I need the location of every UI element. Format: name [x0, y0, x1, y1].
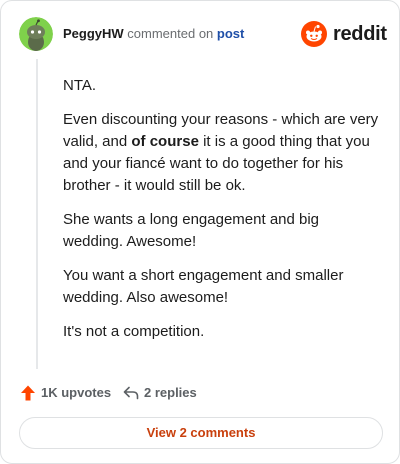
comment-paragraph: NTA. [63, 77, 97, 94]
comment-header: PeggyHW commented on post reddit [19, 17, 387, 51]
reddit-wordmark: reddit [333, 23, 387, 45]
view-comments-button[interactable]: View 2 comments [19, 417, 383, 449]
commented-on-text: commented on [127, 26, 214, 41]
comment-meta: PeggyHW commented on post [63, 26, 244, 42]
snoo-avatar-icon [19, 17, 53, 51]
user-avatar[interactable] [19, 17, 53, 51]
comment-card: PeggyHW commented on post reddit NTA. Ev… [0, 0, 400, 464]
comment-paragraph: It's not a competition. [63, 323, 205, 340]
bold-text: of course [131, 133, 199, 150]
upvote-count: 1K upvotes [41, 385, 112, 400]
upvote-arrow-icon [21, 385, 35, 401]
reddit-logo-icon [301, 21, 327, 47]
replies-count: 2 replies [144, 385, 197, 400]
comment-paragraph: Even discounting your reasons - which ar… [63, 109, 383, 197]
username-link[interactable]: PeggyHW [63, 26, 124, 41]
reddit-brand[interactable]: reddit [301, 19, 387, 49]
comment-body: NTA. Even discounting your reasons - whi… [63, 75, 383, 355]
comment-paragraph: She wants a long engagement and big wedd… [63, 211, 320, 250]
post-link[interactable]: post [217, 26, 244, 41]
thread-line [36, 59, 38, 369]
reply-arrow-icon [123, 386, 139, 400]
comment-paragraph: You want a short engagement and smaller … [63, 267, 344, 306]
